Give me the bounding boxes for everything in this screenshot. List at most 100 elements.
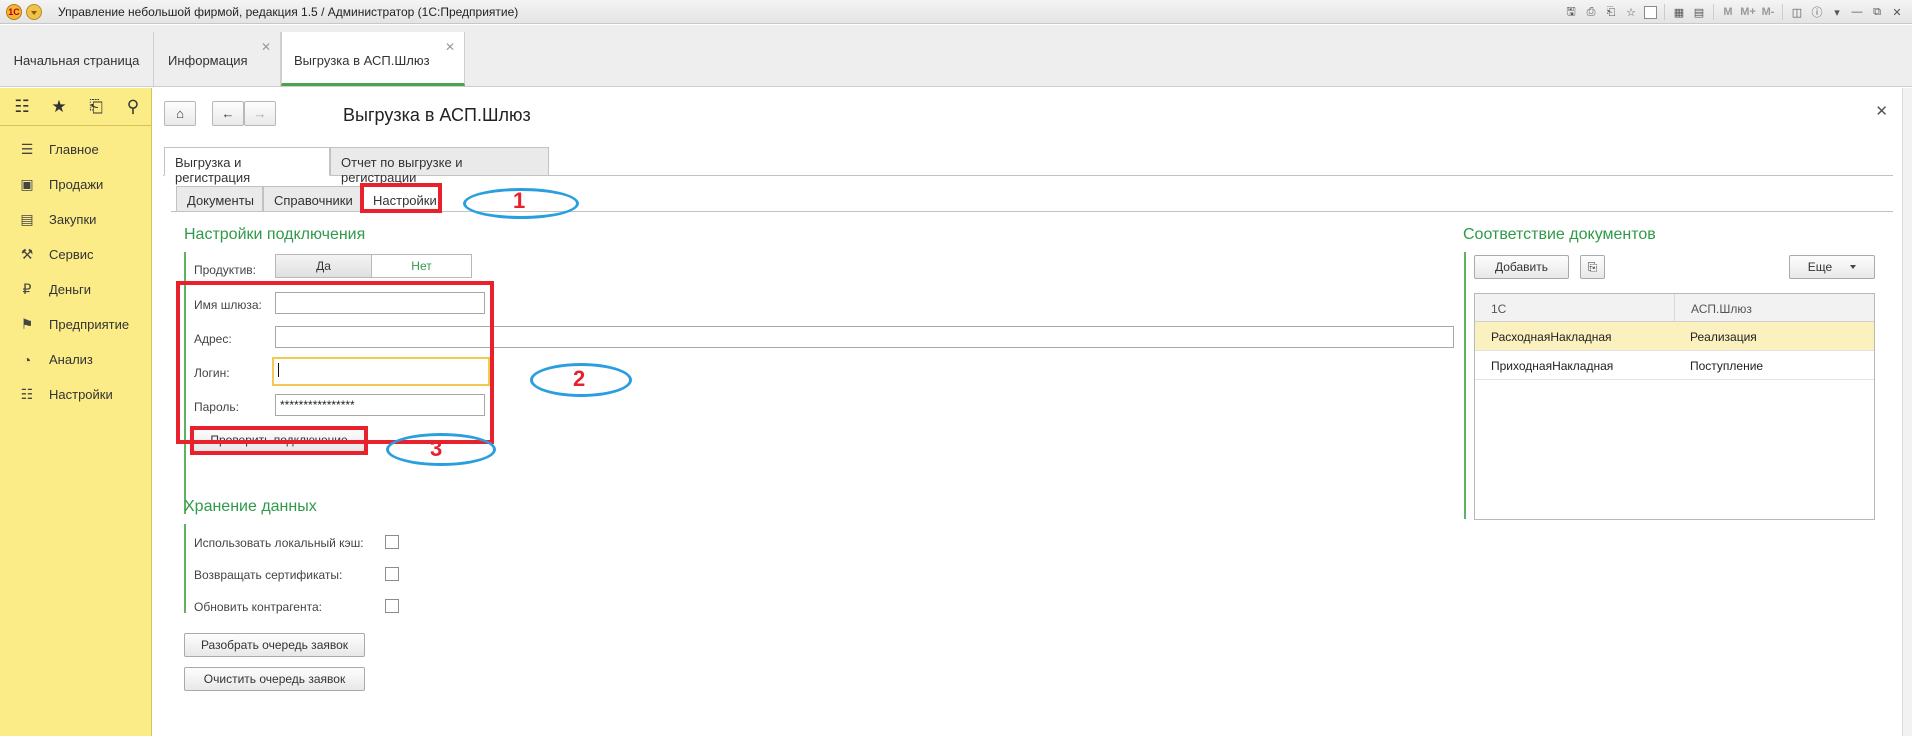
window-title: Управление небольшой фирмой, редакция 1.… [58,5,519,19]
toolbar-separator [1664,4,1665,20]
toolbar-separator [1782,4,1783,20]
window-titlebar: 1С Управление небольшой фирмой, редакция… [0,0,1912,24]
titlebar-toolbar: 🖫 ⎙ ⎗ ☆ ▦ ▤ M M+ M- ◫ ⓘ ▾ — ⧉ ✕ [1562,2,1912,22]
table-cell: Поступление [1690,359,1764,373]
calendar-icon[interactable]: ▤ [1690,3,1708,21]
menu-lines-icon: ☰ [20,141,34,157]
connection-settings-title: Настройки подключения [184,226,366,243]
column-header-asp[interactable]: АСП.Шлюз [1675,294,1874,322]
column-header-1c[interactable]: 1С [1475,294,1675,322]
flag-icon: ⚑ [20,316,34,332]
sidebar-item-label: Закупки [49,212,97,227]
apps-grid-icon[interactable]: ☷ [12,97,32,117]
documents-map-title: Соответствие документов [1463,226,1656,243]
vertical-scrollbar[interactable] [1902,88,1912,736]
return-certificates-checkbox[interactable] [385,567,399,581]
memory-plus-icon[interactable]: M+ [1739,3,1757,21]
settings-list-icon: ☷ [20,386,34,402]
sidebar-item-label: Деньги [49,282,91,297]
cart-icon: ▤ [20,211,34,227]
link-icon[interactable] [1644,5,1657,19]
favorite-add-icon[interactable]: ☆ [1622,3,1640,21]
return-certificates-label: Возвращать сертификаты: [194,568,343,582]
clear-queue-button[interactable]: Очистить очередь заявок [184,667,365,691]
open-windows-tabbar: Начальная страница Информация ✕ Выгрузка… [0,25,1912,87]
sidebar-item-label: Главное [49,142,99,157]
highlight-box-credentials [176,281,494,444]
info-icon[interactable]: ⓘ [1808,3,1826,21]
sidebar-item-label: Продажи [49,177,104,192]
close-tab-icon[interactable]: ✕ [445,40,455,54]
tab-label: Информация [168,53,248,68]
table-cell: Реализация [1690,330,1757,344]
add-button[interactable]: Добавить [1474,255,1569,279]
local-cache-checkbox[interactable] [385,535,399,549]
sidebar-item-settings[interactable]: ☷ Настройки [0,377,151,412]
section-group-bar [1464,252,1466,519]
sidebar-item-enterprise[interactable]: ⚑ Предприятие [0,307,151,342]
memory-minus-icon[interactable]: M- [1759,3,1777,21]
star-icon[interactable]: ★ [49,97,69,117]
tab-export-registration[interactable]: Выгрузка и регистрация [164,147,330,185]
process-queue-button[interactable]: Разобрать очередь заявок [184,633,365,657]
productive-yes-option[interactable]: Да [275,254,372,278]
coin-icon: ₽ [22,281,32,297]
section-group-bar [184,524,186,613]
subtab-catalogs[interactable]: Справочники [263,186,362,212]
table-row[interactable]: РасходнаяНакладная Реализация [1475,322,1874,351]
productive-no-option[interactable]: Нет [371,254,472,278]
tab-home-page[interactable]: Начальная страница [0,32,154,86]
sidebar-item-main[interactable]: ☰ Главное [0,132,151,167]
tab-information[interactable]: Информация ✕ [154,32,281,86]
highlight-box-check-button [190,426,368,455]
search-icon[interactable]: ⚲ [123,97,143,117]
more-label: Еще [1807,260,1833,274]
tools-icon: ⚒ [20,246,34,262]
highlight-box-settings-tab [360,183,442,213]
back-button[interactable]: ← [212,101,244,126]
forward-button[interactable]: → [244,101,276,126]
close-form-icon[interactable]: ✕ [1875,102,1888,120]
minimize-icon[interactable]: — [1848,3,1866,21]
basket-icon: ▣ [20,176,34,192]
productive-label: Продуктив: [194,263,257,277]
sidebar-item-service[interactable]: ⚒ Сервис [0,237,151,272]
subtab-documents[interactable]: Документы [176,186,263,212]
main-menu-button[interactable] [26,4,42,20]
close-icon[interactable]: ✕ [1888,3,1906,21]
print-icon[interactable]: ⎙ [1582,3,1600,21]
table-row[interactable]: ПриходнаяНакладная Поступление [1475,351,1874,380]
form-title: Выгрузка в АСП.Шлюз [343,105,531,125]
sidebar-item-analysis[interactable]: ◔ Анализ [0,342,151,377]
sidebar-item-purchases[interactable]: ▤ Закупки [0,202,151,237]
memory-icon[interactable]: M [1719,3,1737,21]
panels-icon[interactable]: ◫ [1788,3,1806,21]
sidebar-toolbar: ☷ ★ ⎗ ⚲ [0,88,151,126]
tab-asp-export[interactable]: Выгрузка в АСП.Шлюз ✕ [281,32,465,86]
calculator-icon[interactable]: ▦ [1670,3,1688,21]
more-button[interactable]: Еще [1789,255,1875,279]
app-logo-icon: 1С [6,4,22,20]
pie-chart-icon: ◔ [22,351,32,368]
home-button[interactable]: ⌂ [164,101,196,126]
annotation-number-3: 3 [430,436,443,461]
annotation-number-2: 2 [573,366,586,391]
tab-export-report[interactable]: Отчет по выгрузке и регистрации [330,147,549,185]
local-cache-label: Использовать локальный кэш: [194,536,364,550]
preview-icon[interactable]: ⎗ [1602,3,1620,21]
tab-label: Отчет по выгрузке и регистрации [341,155,463,185]
tab-label: Выгрузка и регистрация [175,155,251,185]
data-storage-title: Хранение данных [184,498,317,515]
home-icon: ⌂ [176,106,184,121]
restore-icon[interactable]: ⧉ [1868,3,1886,21]
sections-sidebar: ☷ ★ ⎗ ⚲ ☰ Главное ▣ Продажи ▤ Закупки ⚒ … [0,88,152,736]
save-icon[interactable]: 🖫 [1562,3,1580,21]
chevron-down-icon[interactable]: ▾ [1828,3,1846,21]
copy-row-button[interactable]: ⎘ [1580,255,1605,279]
tab-label: Выгрузка в АСП.Шлюз [294,53,430,68]
close-tab-icon[interactable]: ✕ [261,40,271,54]
sidebar-item-money[interactable]: ₽ Деньги [0,272,151,307]
history-icon[interactable]: ⎗ [86,97,106,117]
update-counterparty-checkbox[interactable] [385,599,399,613]
sidebar-item-sales[interactable]: ▣ Продажи [0,167,151,202]
